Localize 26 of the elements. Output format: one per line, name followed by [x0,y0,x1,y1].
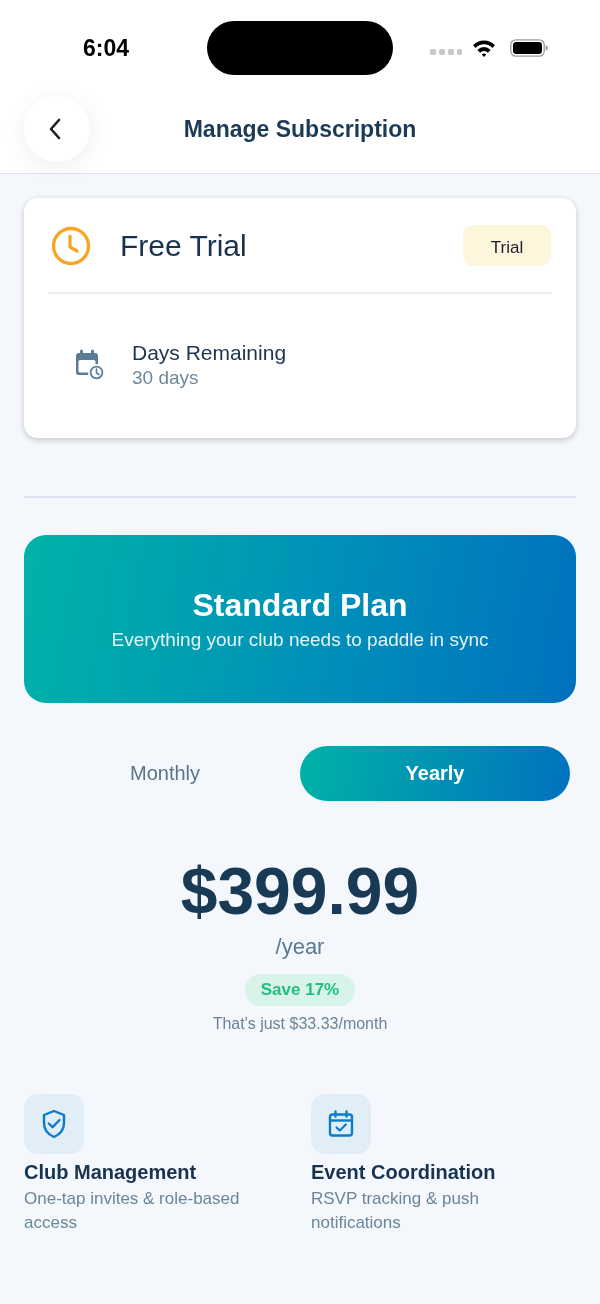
page-title: Manage Subscription [182,115,418,143]
detail-label: Days Remaining [132,340,287,366]
billing-period-tab[interactable]: Yearly [300,746,570,801]
savings-badge: Save 17% [244,974,356,1006]
feature-title: Event Coordination [311,1160,496,1185]
plan-name: Standard Plan [192,586,408,625]
signal-icon [430,49,462,55]
trial-badge: Trial [463,225,551,266]
chevron-left-icon [49,118,61,140]
battery-icon [510,39,548,57]
calendar-clock-icon [75,348,106,382]
feature-description: RSVP tracking & push notifications [311,1188,480,1234]
detail-value: 30 days [132,366,200,390]
plan-tagline: Everything your club needs to paddle in sync [111,628,489,652]
shield-check-icon [24,1094,84,1154]
status-time: 6:04 [83,34,131,62]
trial-title: Free Trial [120,228,248,263]
wifi-icon [472,39,496,57]
feature-description: One-tap invites & role-based access [24,1188,241,1234]
clock-icon [51,225,91,266]
price-period: /year [275,933,325,961]
monthly-equivalent: That's just $33.33/month [212,1014,388,1034]
feature-title: Club Management [24,1160,197,1185]
price-amount: $399.99 [180,853,420,929]
billing-period-tab[interactable]: Monthly [30,746,300,801]
calendar-check-icon [311,1094,371,1154]
